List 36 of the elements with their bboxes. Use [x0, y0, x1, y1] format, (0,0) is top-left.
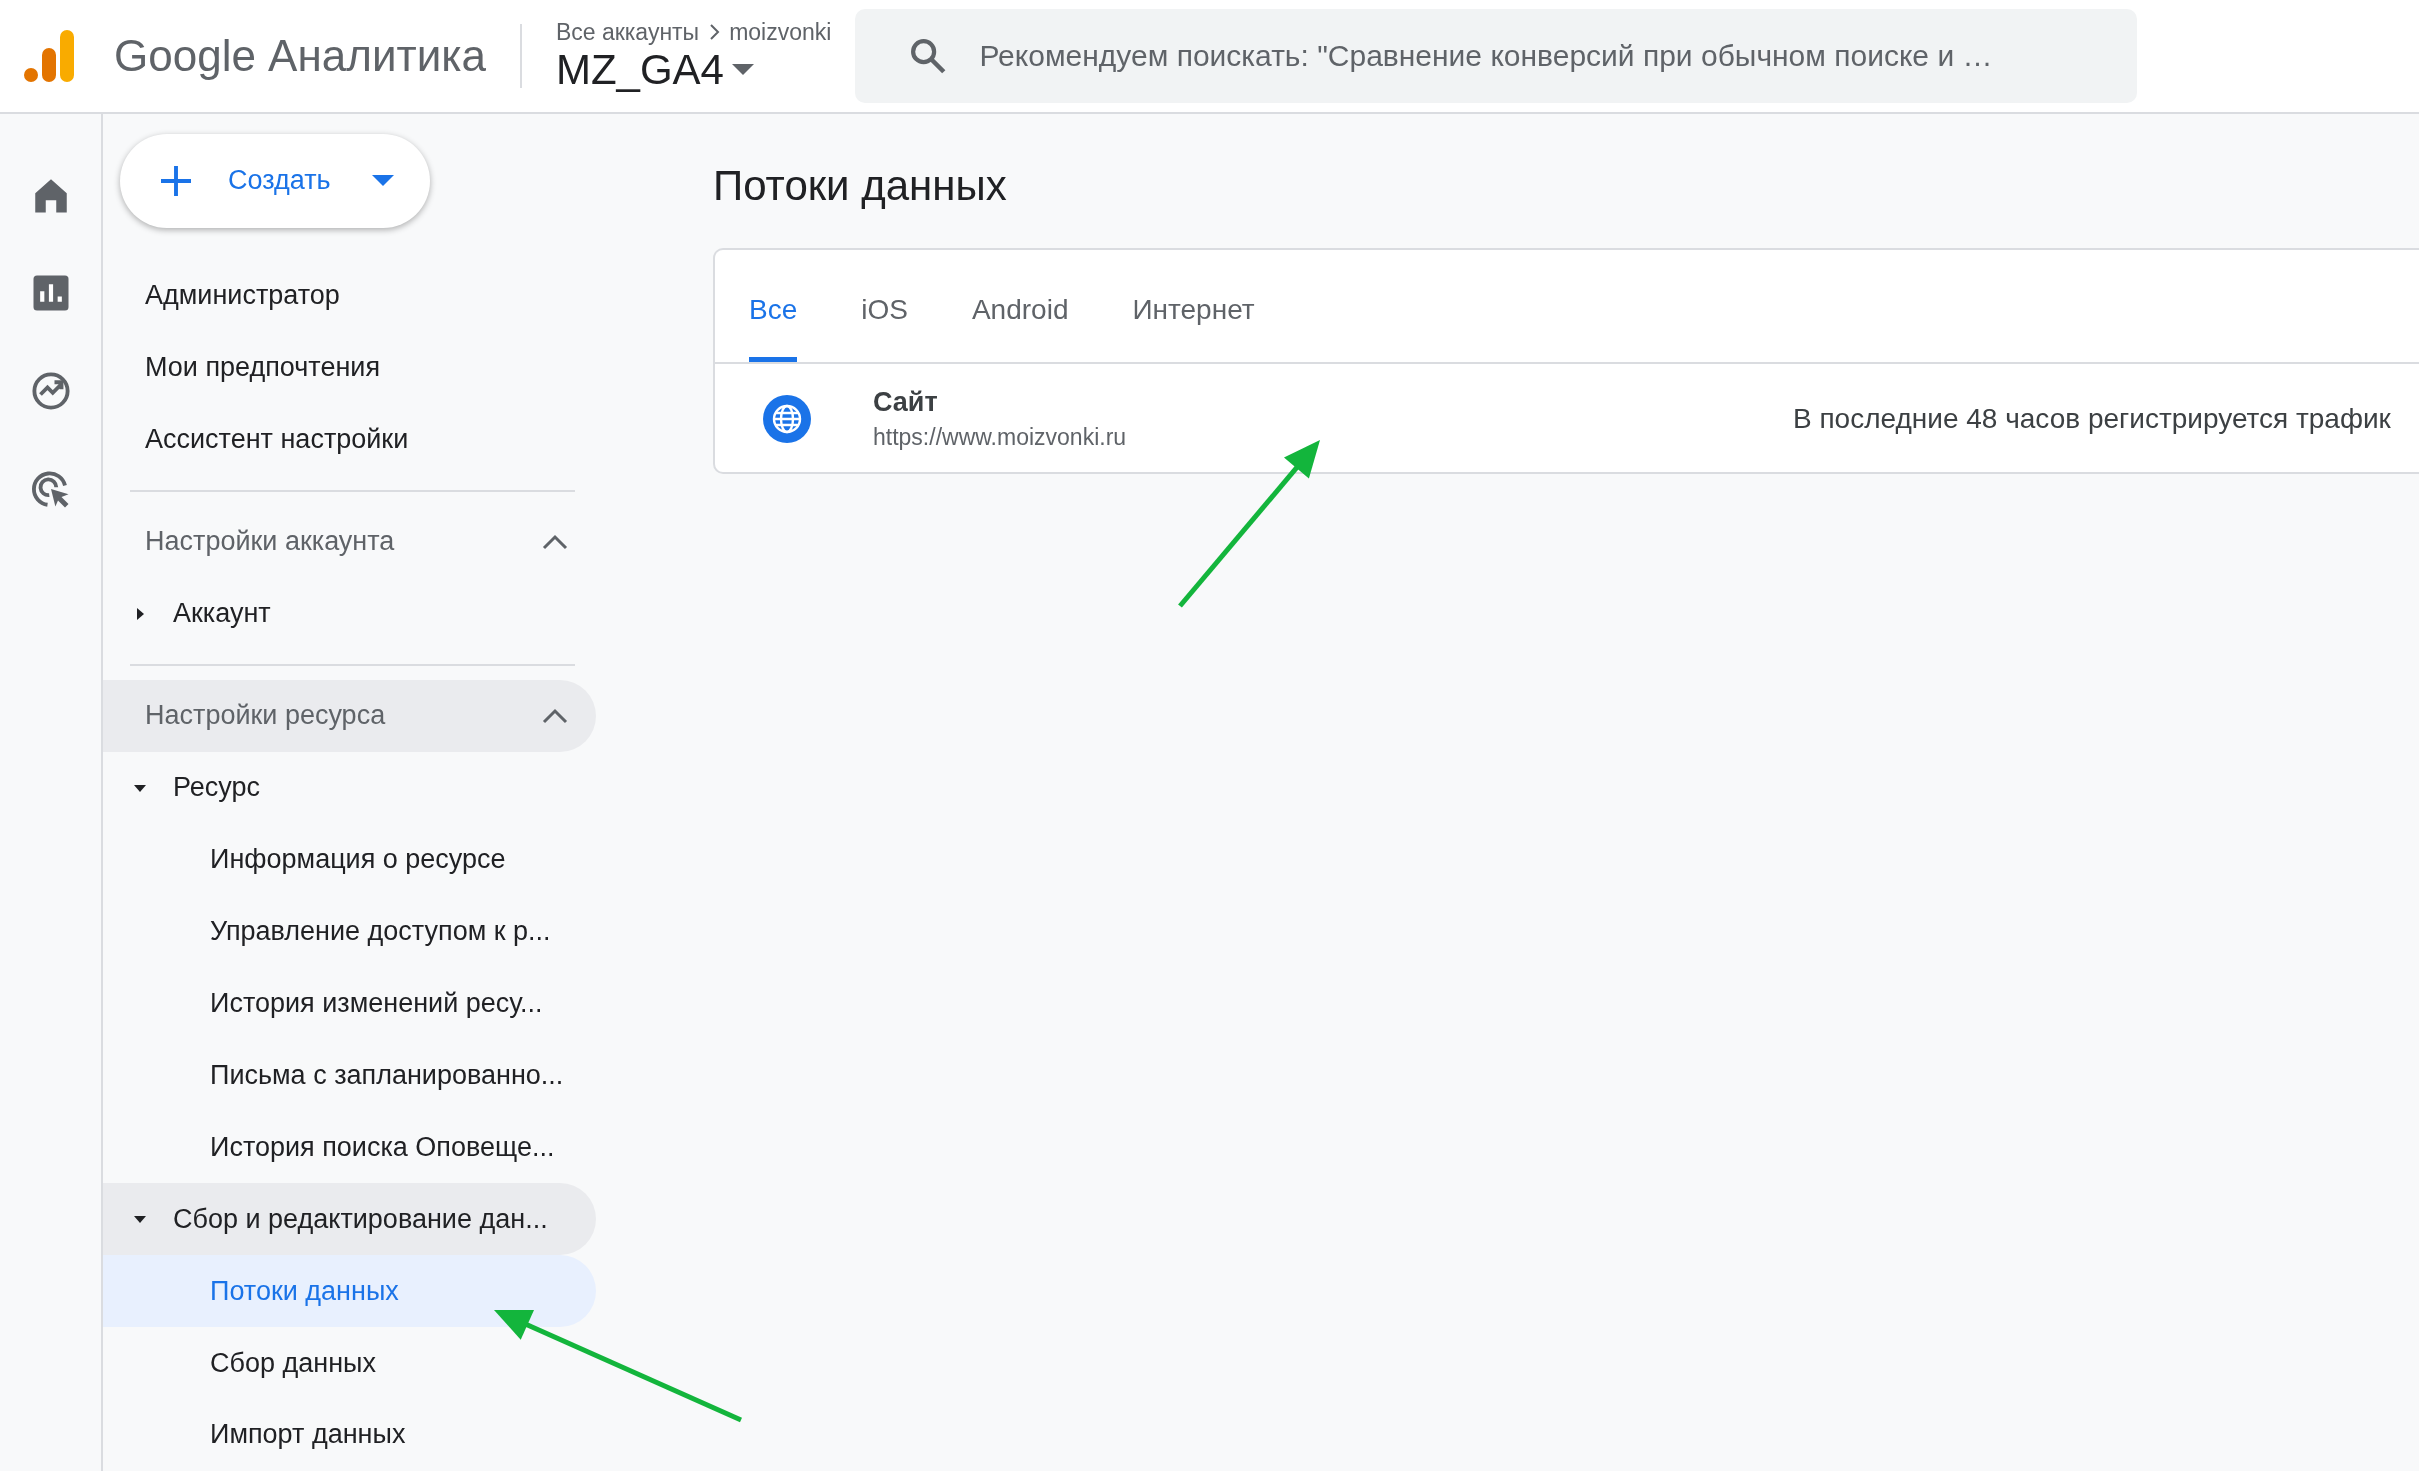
nav-item[interactable]: Администратор	[103, 259, 596, 332]
chevron-up-icon	[542, 533, 568, 550]
nav-item[interactable]: Импорт данных	[103, 1399, 596, 1471]
nav-item[interactable]: История изменений ресу...	[103, 967, 596, 1040]
section-header[interactable]: Настройки ресурса	[103, 679, 596, 752]
create-button[interactable]: Создать	[120, 134, 430, 228]
search-field[interactable]: Рекомендуем поискать: "Сравнение конверсий при обычном поиске и …	[855, 9, 2138, 103]
stream-status: В последние 48 часов регистрируется трафик	[1793, 403, 2391, 435]
nav-item[interactable]: Потоки данных	[103, 1255, 596, 1328]
dropdown-arrow-icon	[372, 174, 394, 187]
chevron-up-icon	[542, 707, 568, 724]
product-title: Google Аналитика	[114, 31, 486, 81]
stream-url: https://www.moizvonki.ru	[873, 424, 1128, 451]
nav-item[interactable]: Сбор и редактирование дан...	[103, 1183, 596, 1256]
property-selector[interactable]: MZ_GA4	[555, 45, 832, 94]
section-header[interactable]: Настройки аккаунта	[103, 505, 596, 578]
stream-name[interactable]: Сайт	[873, 387, 1733, 418]
nav-item[interactable]: Мои предпочтения	[103, 331, 596, 404]
nav-item[interactable]: Сбор данных	[103, 1327, 596, 1399]
nav-item[interactable]: Управление доступом к р...	[103, 895, 596, 968]
nav-item[interactable]: Ассистент настройки	[103, 403, 596, 476]
dropdown-arrow-icon	[731, 63, 754, 76]
breadcrumb-link[interactable]: moizvonki	[729, 18, 832, 46]
nav-item[interactable]: История поиска Оповеще...	[103, 1111, 596, 1184]
filter-tab[interactable]: iOS	[861, 250, 908, 362]
filter-tab[interactable]: Android	[971, 250, 1069, 362]
breadcrumb-link[interactable]: Все аккаунты	[555, 18, 700, 46]
page-title: Потоки данных	[713, 162, 1008, 210]
filter-tab[interactable]: Все	[749, 250, 798, 362]
filter-tab[interactable]: Интернет	[1132, 250, 1255, 362]
nav-item[interactable]: Аккаунт	[103, 577, 596, 650]
trend-chart-icon[interactable]	[29, 370, 72, 412]
nav-item[interactable]: Ресурс	[103, 751, 596, 824]
globe-icon	[763, 395, 811, 443]
nav-item[interactable]: Письма с запланированно...	[103, 1039, 596, 1112]
nav-item[interactable]: Информация о ресурсе	[103, 823, 596, 896]
